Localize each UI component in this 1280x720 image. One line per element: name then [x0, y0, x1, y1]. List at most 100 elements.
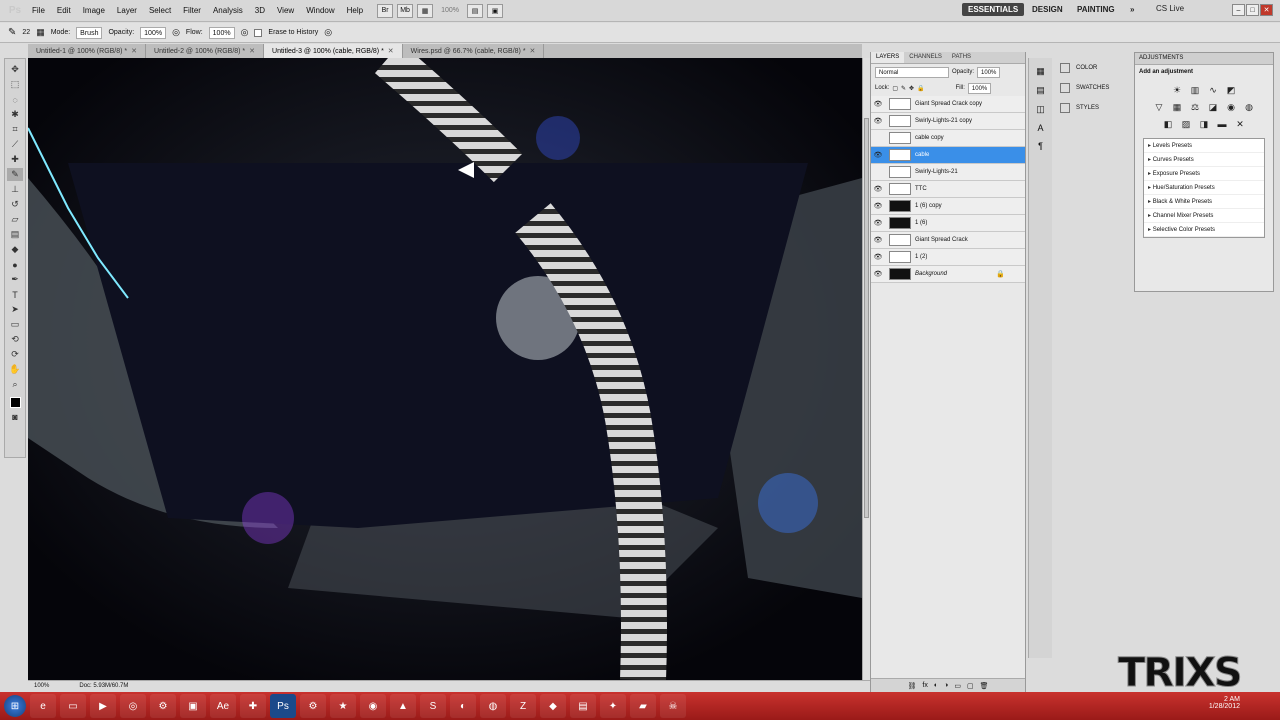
- character-panel-icon[interactable]: A: [1037, 123, 1043, 133]
- styles-panel-icon[interactable]: ◫: [1036, 104, 1045, 115]
- chrome-icon[interactable]: ◎: [120, 694, 146, 718]
- view-extras-icon[interactable]: ▦: [417, 3, 434, 18]
- workspace-design[interactable]: DESIGN: [1026, 3, 1069, 16]
- brush-tool-icon[interactable]: ✎: [7, 168, 23, 181]
- color-item[interactable]: COLOR: [1052, 58, 1132, 78]
- brightness-contrast-icon[interactable]: ☀: [1171, 84, 1183, 96]
- pen-tool-icon[interactable]: ✒: [7, 273, 23, 286]
- posterize-icon[interactable]: ▨: [1180, 118, 1192, 130]
- workspace-painting[interactable]: PAINTING: [1071, 3, 1121, 16]
- brush-panel-icon[interactable]: ▦: [36, 27, 45, 38]
- close-tab-icon[interactable]: ✕: [249, 47, 255, 55]
- layer-row[interactable]: 👁 Swirly-Lights-21 copy: [871, 113, 1025, 130]
- layer-row[interactable]: cable copy: [871, 130, 1025, 147]
- preset-selective-color[interactable]: Selective Color Presets: [1144, 223, 1264, 237]
- after-effects-icon[interactable]: Ae: [210, 694, 236, 718]
- eye-icon[interactable]: 👁: [871, 202, 885, 210]
- selective-color-icon[interactable]: ✕: [1234, 118, 1246, 130]
- brush-tool-icon[interactable]: ✎: [8, 27, 16, 38]
- ie-icon[interactable]: e: [30, 694, 56, 718]
- launch-bridge-icon[interactable]: Br: [377, 3, 394, 18]
- add-mask-icon[interactable]: ◐: [934, 682, 938, 689]
- blend-mode-select[interactable]: Normal: [875, 66, 949, 78]
- swatches-item[interactable]: SWATCHES: [1052, 78, 1132, 98]
- eye-icon[interactable]: 👁: [871, 253, 885, 261]
- quick-select-tool-icon[interactable]: ✱: [7, 108, 23, 121]
- layer-row[interactable]: 👁 Background 🔒: [871, 266, 1025, 283]
- close-tab-icon[interactable]: ✕: [388, 47, 394, 55]
- threshold-icon[interactable]: ◨: [1198, 118, 1210, 130]
- bag-icon[interactable]: ▲: [390, 694, 416, 718]
- delete-layer-icon[interactable]: 🗑: [980, 682, 989, 690]
- blur-tool-icon[interactable]: ◆: [7, 243, 23, 256]
- menu-file[interactable]: File: [26, 6, 51, 15]
- firefox-icon[interactable]: ◐: [450, 694, 476, 718]
- folder-icon[interactable]: ▭: [60, 694, 86, 718]
- channel-mixer-icon[interactable]: ◍: [1243, 101, 1255, 113]
- eye-icon[interactable]: 👁: [871, 236, 885, 244]
- layer-row[interactable]: 👁 TTC: [871, 181, 1025, 198]
- lock-position-icon[interactable]: ✥: [909, 85, 914, 92]
- color-panel-icon[interactable]: ▦: [1036, 66, 1045, 77]
- eye-icon[interactable]: 👁: [871, 219, 885, 227]
- layer-row[interactable]: 👁 1 (2): [871, 249, 1025, 266]
- runner-icon[interactable]: ★: [330, 694, 356, 718]
- eye-icon[interactable]: 👁: [871, 185, 885, 193]
- dodge-tool-icon[interactable]: ●: [7, 258, 23, 271]
- move-tool-icon[interactable]: ✥: [7, 63, 23, 76]
- menu-window[interactable]: Window: [300, 6, 340, 15]
- eye-icon[interactable]: 👁: [871, 270, 885, 278]
- notes-icon[interactable]: ▤: [570, 694, 596, 718]
- erase-to-history-checkbox[interactable]: [254, 28, 263, 37]
- doc-tab-untitled-2[interactable]: Untitled-2 @ 100% (RGB/8) * ✕: [146, 44, 265, 58]
- menu-3d[interactable]: 3D: [249, 6, 271, 15]
- flow-field[interactable]: 100%: [208, 26, 235, 39]
- pressure-opacity-icon[interactable]: ◎: [172, 27, 180, 38]
- eyedropper-tool-icon[interactable]: ⟋: [7, 138, 23, 151]
- menu-select[interactable]: Select: [143, 6, 177, 15]
- layer-style-icon[interactable]: fx: [922, 682, 927, 689]
- layer-row-selected[interactable]: 👁 cable: [871, 147, 1025, 164]
- document-canvas[interactable]: [28, 58, 862, 680]
- status-zoom[interactable]: 100%: [34, 683, 49, 689]
- arrange-documents-icon[interactable]: ▤: [467, 3, 483, 18]
- preset-hue-saturation[interactable]: Hue/Saturation Presets: [1144, 181, 1264, 195]
- curves-icon[interactable]: ∿: [1207, 84, 1219, 96]
- 3d-rotate-tool-icon[interactable]: ⟲: [7, 333, 23, 346]
- lock-image-icon[interactable]: ✎: [901, 85, 906, 92]
- new-layer-icon[interactable]: ▢: [967, 682, 974, 690]
- brush-size[interactable]: 22: [22, 29, 30, 36]
- preset-black-white[interactable]: Black & White Presets: [1144, 195, 1264, 209]
- zoom-level[interactable]: 100%: [441, 7, 459, 14]
- cs-live-button[interactable]: CS Live: [1156, 4, 1184, 13]
- layer-row[interactable]: 👁 1 (6): [871, 215, 1025, 232]
- layer-opacity-field[interactable]: 100%: [977, 66, 1001, 78]
- zoom-tool-icon[interactable]: ⌕: [7, 378, 23, 391]
- close-icon[interactable]: ✕: [1260, 4, 1273, 16]
- opacity-field[interactable]: 100%: [140, 26, 167, 39]
- workspace-more[interactable]: »: [1124, 3, 1140, 16]
- monitor-icon[interactable]: ▣: [180, 694, 206, 718]
- scrollbar-thumb[interactable]: [864, 118, 869, 518]
- color-balance-icon[interactable]: ⚖: [1189, 101, 1201, 113]
- gradient-map-icon[interactable]: ▬: [1216, 118, 1228, 130]
- quick-mask-icon[interactable]: ◙: [7, 410, 23, 423]
- new-group-icon[interactable]: ▭: [954, 682, 961, 690]
- lock-all-icon[interactable]: 🔒: [917, 85, 924, 92]
- exposure-icon[interactable]: ◩: [1225, 84, 1237, 96]
- diamond-app-icon[interactable]: ◆: [540, 694, 566, 718]
- eye-icon[interactable]: 👁: [871, 117, 885, 125]
- preset-channel-mixer[interactable]: Channel Mixer Presets: [1144, 209, 1264, 223]
- levels-icon[interactable]: ▥: [1189, 84, 1201, 96]
- skype-icon[interactable]: S: [420, 694, 446, 718]
- lasso-tool-icon[interactable]: ◌: [7, 93, 23, 106]
- menu-help[interactable]: Help: [341, 6, 369, 15]
- layer-row[interactable]: 👁 Giant Spread Crack copy: [871, 96, 1025, 113]
- path-selection-tool-icon[interactable]: ➤: [7, 303, 23, 316]
- hand-tool-icon[interactable]: ✋: [7, 363, 23, 376]
- tab-layers[interactable]: LAYERS: [871, 52, 905, 63]
- history-brush-tool-icon[interactable]: ↺: [7, 198, 23, 211]
- tab-paths[interactable]: PATHS: [947, 52, 976, 63]
- menu-image[interactable]: Image: [77, 6, 111, 15]
- mode-select[interactable]: Brush: [76, 26, 103, 39]
